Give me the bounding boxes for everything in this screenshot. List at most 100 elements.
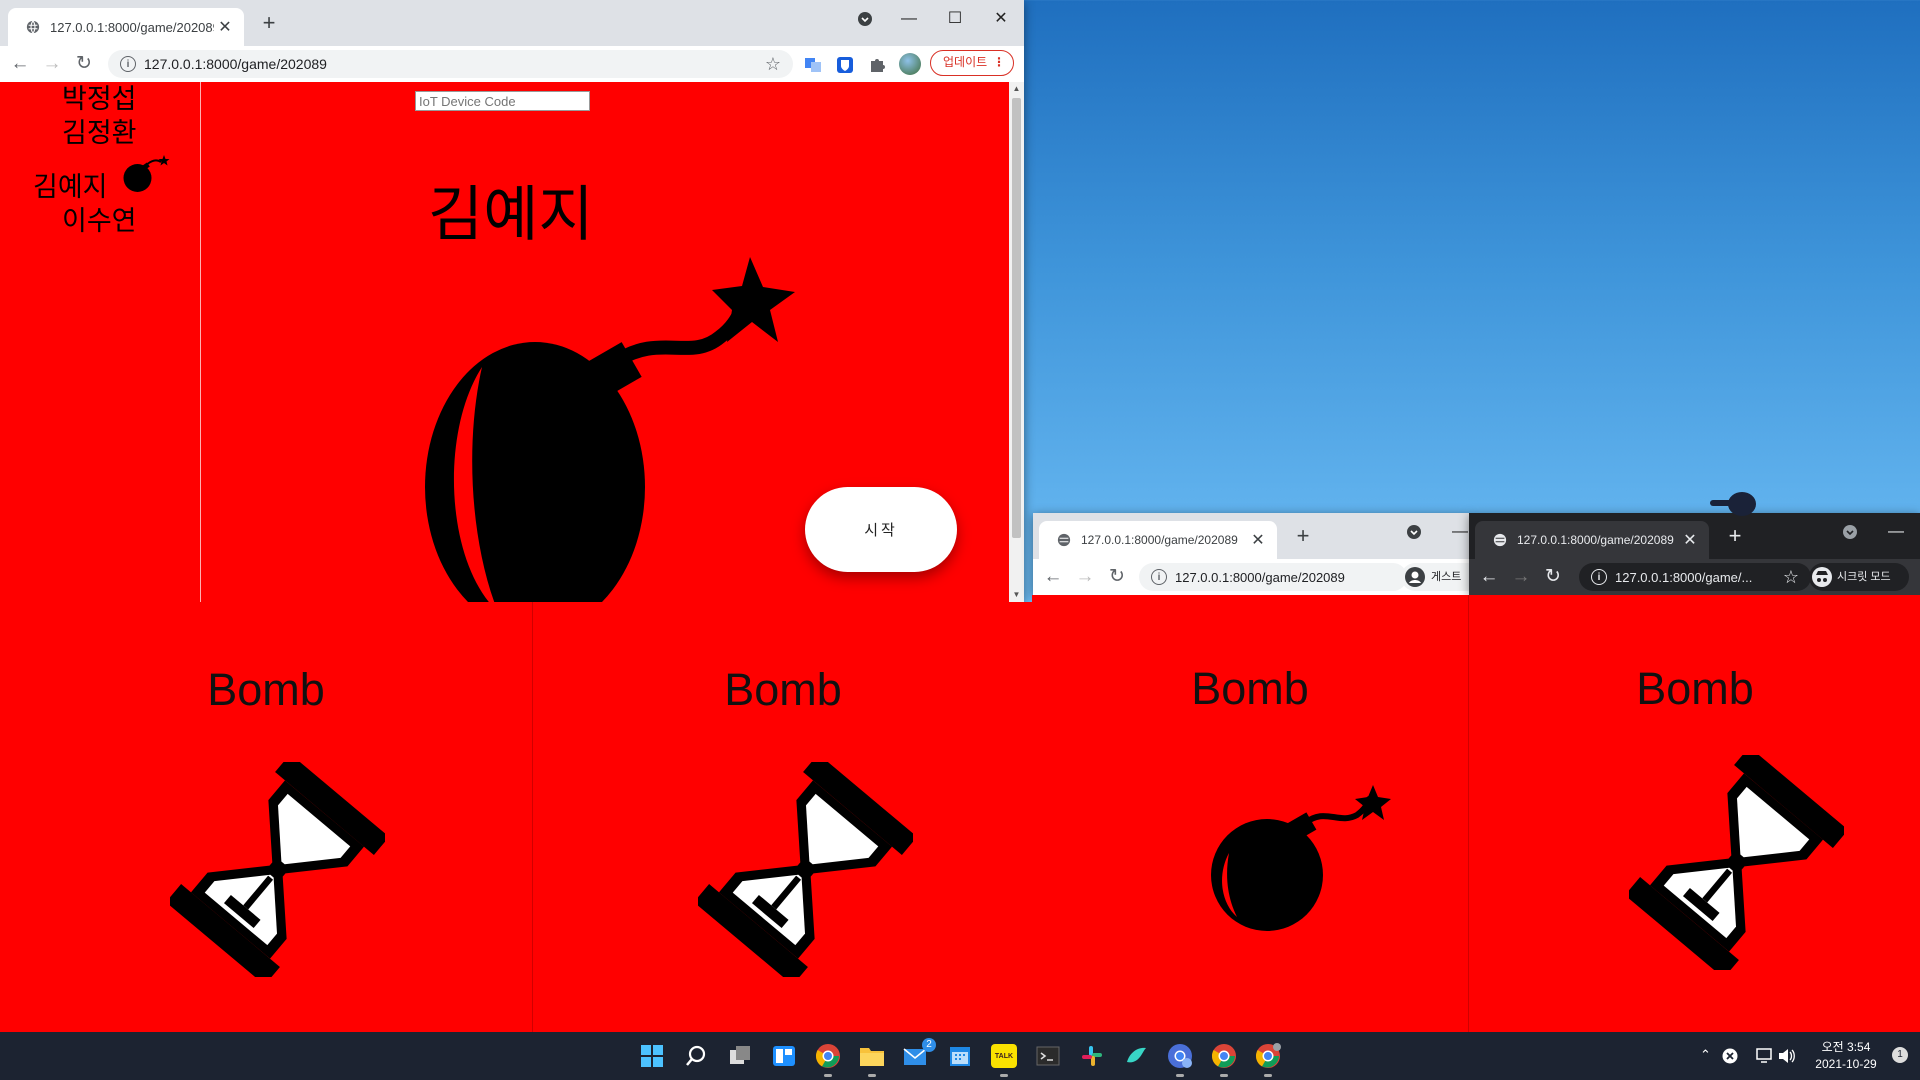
taskbar-chrome-2[interactable]: [1166, 1042, 1194, 1077]
close-tab-icon[interactable]: ✕: [214, 17, 236, 37]
tab-search-button[interactable]: [1827, 517, 1873, 547]
minimize-button[interactable]: —: [1437, 517, 1469, 547]
tab-search-button[interactable]: [1391, 517, 1437, 547]
url-text: 127.0.0.1:8000/game/202089: [144, 56, 327, 72]
close-tab-icon[interactable]: ✕: [1679, 530, 1701, 550]
player-panel-3: Bomb: [1032, 595, 1468, 1032]
member-name-4: 이수연: [62, 206, 137, 236]
file-explorer-button[interactable]: [858, 1042, 886, 1077]
site-info-icon[interactable]: i: [120, 56, 136, 72]
slack-button[interactable]: [1078, 1042, 1106, 1070]
address-bar[interactable]: i 127.0.0.1:8000/game/202089 ☆: [108, 50, 793, 78]
minimize-button[interactable]: —: [1873, 517, 1919, 547]
scroll-down-arrow-icon[interactable]: ▼: [1009, 588, 1024, 602]
bird-app-button[interactable]: [1122, 1042, 1150, 1070]
chevron-down-icon: [1407, 525, 1421, 539]
bookmark-star-icon[interactable]: ☆: [1779, 567, 1803, 588]
forward-button[interactable]: →: [40, 52, 64, 76]
clock-date: 2021-10-29: [1815, 1057, 1877, 1071]
reload-button[interactable]: ↻: [1105, 565, 1129, 589]
globe-icon: [1057, 533, 1071, 547]
update-button[interactable]: 업데이트 ⋮: [930, 50, 1014, 76]
tab-title: 127.0.0.1:8000/game/202089: [1517, 533, 1674, 547]
guest-browser-window: 127.0.0.1:8000/game/202089 ✕ + — ← → ↻ i…: [1033, 513, 1469, 595]
start-button[interactable]: 시작: [805, 487, 957, 572]
page-scrollbar[interactable]: ▲ ▼: [1009, 82, 1024, 602]
extensions-puzzle-icon[interactable]: [868, 56, 886, 74]
chevron-down-icon: [1843, 525, 1857, 539]
site-info-icon[interactable]: i: [1591, 569, 1607, 585]
browser-tab[interactable]: 127.0.0.1:8000/game/202089 ✕: [1475, 521, 1709, 559]
reload-button[interactable]: ↻: [1541, 565, 1565, 589]
maximize-button[interactable]: ☐: [932, 4, 978, 34]
back-button[interactable]: ←: [8, 52, 32, 76]
reload-button[interactable]: ↻: [72, 52, 96, 76]
new-tab-button[interactable]: +: [1289, 523, 1317, 549]
forward-button[interactable]: →: [1073, 565, 1097, 589]
scroll-up-arrow-icon[interactable]: ▲: [1009, 82, 1024, 96]
address-bar[interactable]: i 127.0.0.1:8000/game/... ☆: [1579, 563, 1811, 591]
menu-dots-icon[interactable]: ⋮: [993, 51, 1005, 74]
windows-logo-icon: [641, 1045, 663, 1067]
kakaotalk-label: TALK: [994, 1052, 1014, 1060]
address-bar[interactable]: i 127.0.0.1:8000/game/202089: [1139, 563, 1407, 591]
clock[interactable]: 오전 3:54 2021-10-29: [1810, 1039, 1882, 1073]
iot-device-code-input[interactable]: [415, 91, 590, 111]
new-tab-button[interactable]: +: [1721, 523, 1749, 549]
clock-time: 오전 3:54: [1821, 1040, 1871, 1054]
bird-icon: [1127, 1047, 1146, 1063]
task-view-button[interactable]: [726, 1042, 754, 1070]
start-button[interactable]: [638, 1042, 666, 1070]
tab-strip: 127.0.0.1:8000/game/202089 ✕ + —: [1033, 513, 1469, 559]
member-name-1: 박정섭: [62, 84, 137, 114]
bitwarden-extension-icon[interactable]: [836, 56, 854, 74]
profile-avatar[interactable]: [899, 53, 921, 75]
search-button[interactable]: [682, 1042, 710, 1070]
close-window-button[interactable]: ✕: [978, 4, 1024, 34]
chevron-down-icon: [858, 12, 872, 26]
kakaotalk-button[interactable]: TALK: [990, 1042, 1018, 1077]
minimize-button[interactable]: —: [886, 4, 932, 34]
taskbar-chrome-4[interactable]: [1254, 1042, 1282, 1077]
back-button[interactable]: ←: [1041, 565, 1065, 589]
panel-title: Bomb: [207, 664, 325, 715]
scrollbar-thumb[interactable]: [1012, 98, 1021, 538]
tab-strip: 127.0.0.1:8000/game/202089 ✕ + — ☐ ✕: [0, 0, 1024, 46]
small-bomb-icon: [123, 155, 170, 192]
translate-extension-icon[interactable]: [804, 56, 822, 74]
close-tab-icon[interactable]: ✕: [1247, 530, 1269, 550]
bookmark-star-icon[interactable]: ☆: [761, 54, 785, 75]
forward-button[interactable]: →: [1509, 565, 1533, 589]
show-hidden-icons-chevron-icon[interactable]: ⌃: [1700, 1047, 1711, 1063]
calendar-button[interactable]: [946, 1042, 974, 1070]
browser-tab[interactable]: 127.0.0.1:8000/game/202089 ✕: [8, 8, 244, 46]
incognito-mode-chip[interactable]: 시크릿 모드: [1809, 563, 1909, 591]
hourglass-icon: [170, 762, 385, 977]
chrome-icon: [1255, 1043, 1281, 1068]
url-text: 127.0.0.1:8000/game/202089: [1175, 569, 1345, 585]
taskbar-chrome-3[interactable]: [1210, 1042, 1238, 1077]
tab-title: 127.0.0.1:8000/game/202089: [1081, 533, 1238, 547]
volume-icon[interactable]: [1778, 1048, 1796, 1064]
mail-button[interactable]: 2: [902, 1038, 936, 1070]
guest-profile-chip[interactable]: 게스트: [1401, 563, 1469, 591]
network-icon[interactable]: [1756, 1048, 1774, 1064]
system-tray: ⌃ 오전 3:54 2021-10-29 1: [1690, 1032, 1920, 1080]
player-panel-2: Bomb: [532, 602, 1033, 1032]
taskbar-chrome-1[interactable]: [814, 1042, 842, 1077]
page-viewport: 박정섭 김정환 김예지 이수연 김예지 시작 ▲ ▼: [0, 82, 1024, 602]
notification-badge[interactable]: 1: [1892, 1047, 1908, 1063]
new-tab-button[interactable]: +: [255, 10, 283, 36]
site-info-icon[interactable]: i: [1151, 569, 1167, 585]
close-circle-icon[interactable]: [1722, 1048, 1738, 1064]
browser-tab[interactable]: 127.0.0.1:8000/game/202089 ✕: [1039, 521, 1277, 559]
globe-icon: [26, 20, 40, 34]
terminal-button[interactable]: [1034, 1042, 1062, 1070]
widgets-button[interactable]: [770, 1042, 798, 1070]
back-button[interactable]: ←: [1477, 565, 1501, 589]
sidebar-divider: [200, 82, 201, 602]
member-name-3: 김예지: [33, 172, 108, 202]
bomb-icon: [1211, 785, 1391, 931]
tab-search-button[interactable]: [842, 4, 888, 34]
chrome-icon: [1168, 1044, 1192, 1068]
